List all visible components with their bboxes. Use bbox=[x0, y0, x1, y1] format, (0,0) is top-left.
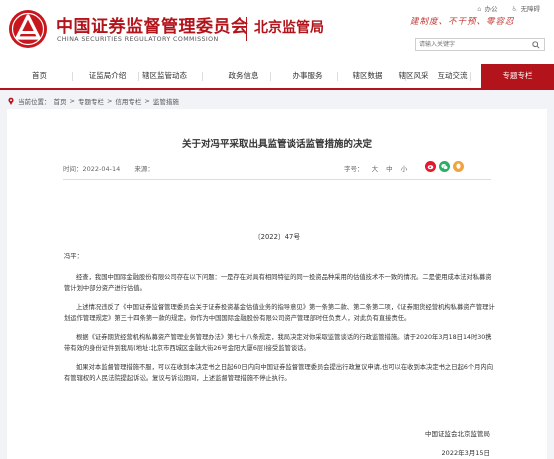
article-meta: 时间：2022-04-14 来源： bbox=[63, 163, 154, 173]
weibo-icon[interactable] bbox=[425, 161, 436, 172]
logo-divider bbox=[246, 17, 247, 41]
article-source: 来源： bbox=[134, 165, 154, 173]
accessibility-link[interactable]: ♿ 无障碍 bbox=[506, 5, 540, 13]
article-panel: 关于对冯平采取出具监管谈话监管措施的决定 时间：2022-04-14 来源： 字… bbox=[7, 109, 547, 459]
nav-home[interactable]: 首页 bbox=[5, 64, 74, 88]
nav-special-topics[interactable]: 专题专栏 bbox=[481, 64, 554, 90]
nav-separator bbox=[270, 72, 271, 81]
nav-government-info[interactable]: 政务信息 bbox=[209, 64, 278, 88]
font-size-controls: 字号： 大 中 小 bbox=[344, 163, 413, 173]
font-size-medium[interactable]: 中 bbox=[386, 165, 393, 173]
breadcrumb: 当前位置： 首页 > 专题专栏 > 信用专栏 > 监管措施 bbox=[7, 96, 179, 106]
search-input[interactable] bbox=[419, 39, 527, 50]
breadcrumb-sep: > bbox=[144, 97, 150, 105]
nav-interaction[interactable]: 互动交流 bbox=[418, 64, 487, 88]
accessibility-icon: ♿ bbox=[511, 5, 518, 13]
share-buttons bbox=[425, 161, 464, 172]
nav-services[interactable]: 办事服务 bbox=[273, 64, 342, 88]
site-header: 中国证券监督管理委员会 CHINA SECURITIES REGULATORY … bbox=[0, 0, 554, 64]
breadcrumb-home[interactable]: 首页 bbox=[54, 96, 67, 106]
breadcrumb-credit[interactable]: 信用专栏 bbox=[115, 96, 141, 106]
font-size-label: 字号： bbox=[344, 165, 364, 173]
main-nav: 首页 证监局介绍 辖区监管动态 政务信息 办事服务 辖区数据 辖区风采 互动交流… bbox=[0, 64, 554, 90]
home-icon: ⌂ bbox=[477, 5, 482, 13]
paragraph-violations: 上述情况违反了《中国证券监督管理委员会关于证券投资基金估值业务的指导意见》第一条… bbox=[64, 304, 495, 322]
signature: 中国证监会北京监管局 bbox=[425, 430, 490, 438]
nav-regulatory-news[interactable]: 辖区监管动态 bbox=[130, 64, 199, 88]
document-number: 〔2022〕47号 bbox=[253, 233, 301, 241]
meta-divider bbox=[63, 179, 491, 180]
paragraph-decision: 根据《证券期货经营机构私募资产管理业务管理办法》第七十八条规定，我局决定对你采取… bbox=[64, 334, 492, 352]
top-links: ⌂ 办公 ♿ 无障碍 bbox=[465, 3, 540, 13]
breadcrumb-special-topics[interactable]: 专题专栏 bbox=[78, 96, 104, 106]
breadcrumb-measures[interactable]: 监管措施 bbox=[153, 96, 179, 106]
font-size-large[interactable]: 大 bbox=[372, 165, 379, 173]
site-logo-cn[interactable]: 中国证券监督管理委员会 bbox=[56, 12, 249, 37]
search-box bbox=[415, 38, 545, 51]
slogan: 建制度、不干预、零容忍 bbox=[410, 17, 515, 27]
nav-separator bbox=[202, 72, 203, 81]
qq-icon[interactable] bbox=[453, 161, 464, 172]
article-title: 关于对冯平采取出具监管谈话监管措施的决定 bbox=[181, 139, 372, 150]
wechat-icon[interactable] bbox=[439, 161, 450, 172]
font-size-small[interactable]: 小 bbox=[401, 165, 408, 173]
site-logo-en: CHINA SECURITIES REGULATORY COMMISSION bbox=[57, 36, 219, 43]
csrc-emblem-icon[interactable] bbox=[8, 9, 48, 49]
office-link[interactable]: ⌂ 办公 bbox=[471, 5, 499, 13]
paragraph-findings: 经查，我国中国际金融股份有限公司存在以下问题：一是存在对具有相同特征的同一投资品… bbox=[64, 274, 492, 292]
breadcrumb-label: 当前位置： bbox=[18, 98, 51, 106]
publish-time: 时间：2022-04-14 bbox=[63, 165, 121, 173]
salutation: 冯平： bbox=[64, 253, 83, 260]
paragraph-appeal: 如果对本监督管理措施不服，可以在收到本决定书之日起60日内向中国证券监督管理委员… bbox=[64, 364, 494, 382]
bureau-name: 北京监管局 bbox=[254, 20, 324, 36]
breadcrumb-sep: > bbox=[69, 97, 75, 105]
search-icon[interactable] bbox=[528, 39, 544, 50]
signature-date: 2022年3月15日 bbox=[441, 449, 490, 457]
location-pin-icon bbox=[8, 97, 14, 105]
breadcrumb-sep: > bbox=[106, 97, 113, 105]
